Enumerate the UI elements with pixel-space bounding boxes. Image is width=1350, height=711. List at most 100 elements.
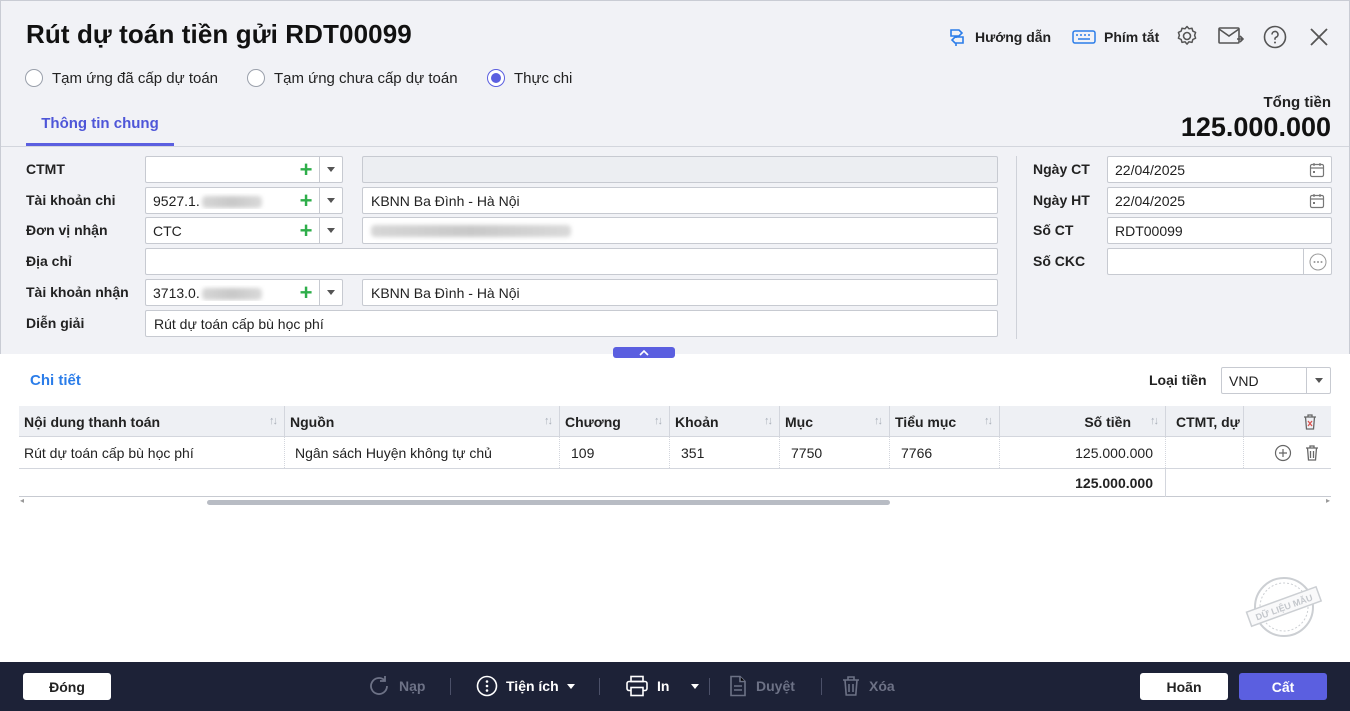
doc-date-input[interactable]: 22/04/2025 (1107, 156, 1332, 183)
sort-icon[interactable]: ↑↓ (1150, 415, 1159, 427)
scroll-thumb[interactable] (207, 500, 890, 505)
sort-icon[interactable]: ↑↓ (544, 415, 553, 427)
col-header-section[interactable]: Khoản ↑↓ (670, 406, 780, 437)
scroll-right-icon[interactable]: ▸ (1326, 496, 1330, 505)
col-header-item[interactable]: Mục ↑↓ (780, 406, 890, 437)
sort-icon[interactable]: ↑↓ (984, 415, 993, 427)
payment-account-value: 9527.1. (146, 193, 293, 209)
cell-item[interactable]: 7750 (780, 437, 890, 468)
more-button[interactable] (1303, 249, 1331, 274)
shortcut-button[interactable]: Phím tắt (1072, 26, 1159, 48)
horizontal-scrollbar[interactable]: ◂ ▸ (19, 496, 1331, 507)
table-footer: 125.000.000 (19, 469, 1331, 497)
cell-amount[interactable]: 125.000.000 (1000, 437, 1166, 468)
save-button[interactable]: Cất (1239, 673, 1327, 700)
calendar-icon[interactable] (1309, 162, 1325, 178)
footer-total: 125.000.000 (1000, 469, 1166, 497)
recipient-value: CTC (153, 222, 182, 239)
chevron-down-icon[interactable] (1306, 368, 1330, 393)
col-header-source[interactable]: Nguồn ↑↓ (285, 406, 560, 437)
currency-value: VND (1229, 372, 1259, 389)
table-row[interactable]: Rút dự toán cấp bù học phí Ngân sách Huy… (19, 437, 1331, 469)
footer-toolbar: Đóng Nạp Tiện ích In Duyệt Xóa Hoãn Cất (0, 662, 1350, 711)
add-icon[interactable]: + (293, 280, 319, 305)
sort-icon[interactable]: ↑↓ (874, 415, 883, 427)
utilities-label: Tiện ích (506, 678, 559, 694)
add-icon[interactable]: + (293, 157, 319, 182)
radio-label: Tạm ứng đã cấp dự toán (52, 69, 219, 87)
help-icon[interactable] (1262, 24, 1288, 50)
currency-select[interactable]: VND (1221, 367, 1331, 394)
recipient-combo[interactable]: CTC + (145, 217, 343, 244)
utilities-button[interactable]: Tiện ích (476, 674, 575, 698)
receiving-account-desc: KBNN Ba Đình - Hà Nội (362, 279, 998, 306)
caret-down-icon[interactable] (691, 683, 700, 689)
document-icon (730, 675, 746, 697)
cancel-button[interactable]: Hoãn (1140, 673, 1228, 700)
col-header-chapter[interactable]: Chương ↑↓ (560, 406, 670, 437)
col-header-amount[interactable]: Số tiền ↑↓ (1000, 406, 1166, 437)
dropdown-icon[interactable] (319, 218, 342, 243)
address-input[interactable] (145, 248, 998, 275)
ckc-number-input[interactable] (1107, 248, 1332, 275)
radio-actual-spend[interactable]: Thực chi (487, 69, 572, 87)
radio-circle (487, 69, 505, 87)
address-label: Địa chỉ (26, 253, 72, 269)
guide-label: Hướng dẫn (975, 29, 1052, 45)
sort-icon[interactable]: ↑↓ (654, 415, 663, 427)
trash-icon[interactable] (1304, 444, 1320, 462)
dropdown-icon[interactable] (319, 188, 342, 213)
print-button[interactable]: In (625, 674, 700, 698)
table-header: Nội dung thanh toán ↑↓ Nguồn ↑↓ Chương ↑↓ K… (19, 406, 1331, 437)
close-button[interactable]: Đóng (23, 673, 111, 700)
approve-button[interactable]: Duyệt (728, 674, 795, 698)
doc-date-label: Ngày CT (1033, 161, 1090, 177)
receiving-account-combo[interactable]: 3713.0. + (145, 279, 343, 306)
reload-button[interactable]: Nạp (367, 674, 425, 698)
delete-button[interactable]: Xóa (841, 674, 895, 698)
radio-advance-allocated[interactable]: Tạm ứng đã cấp dự toán (25, 69, 247, 87)
currency-label: Loại tiền (1149, 372, 1207, 388)
col-header-subitem[interactable]: Tiểu mục ↑↓ (890, 406, 1000, 437)
doc-date-value: 22/04/2025 (1115, 161, 1186, 178)
cell-source[interactable]: Ngân sách Huyện không tự chủ (285, 437, 560, 468)
payment-account-combo[interactable]: 9527.1. + (145, 187, 343, 214)
add-icon[interactable]: + (293, 218, 319, 243)
ctmt-desc-field (362, 156, 998, 183)
description-input[interactable]: Rút dự toán cấp bù học phí (145, 310, 998, 337)
ctmt-combo[interactable]: + (145, 156, 343, 183)
sort-icon[interactable]: ↑↓ (764, 415, 773, 427)
add-row-icon[interactable] (1274, 444, 1292, 462)
cell-content[interactable]: Rút dự toán cấp bù học phí (19, 437, 285, 468)
form-divider (1016, 156, 1017, 339)
dropdown-icon[interactable] (319, 157, 342, 182)
scroll-left-icon[interactable]: ◂ (20, 496, 24, 505)
mail-icon[interactable] (1218, 23, 1244, 49)
settings-icon[interactable] (1174, 23, 1200, 49)
col-header-content[interactable]: Nội dung thanh toán ↑↓ (19, 406, 285, 437)
collapse-toggle[interactable] (613, 347, 675, 358)
doc-number-input[interactable]: RDT00099 (1107, 217, 1332, 244)
dropdown-icon[interactable] (319, 280, 342, 305)
col-header-ctmt[interactable]: CTMT, dự (1166, 406, 1244, 437)
cell-ctmt[interactable] (1166, 437, 1244, 468)
cell-section[interactable]: 351 (670, 437, 780, 468)
calendar-icon[interactable] (1309, 193, 1325, 209)
delete-all-icon[interactable] (1302, 413, 1318, 431)
close-icon[interactable] (1306, 24, 1332, 50)
post-date-label: Ngày HT (1033, 192, 1090, 208)
detail-section-title[interactable]: Chi tiết (30, 372, 81, 389)
receiving-account-label: Tài khoản nhận (26, 284, 129, 300)
post-date-input[interactable]: 22/04/2025 (1107, 187, 1332, 214)
tab-general-info[interactable]: Thông tin chung (26, 104, 174, 146)
cell-chapter[interactable]: 109 (560, 437, 670, 468)
caret-down-icon (566, 683, 575, 689)
add-icon[interactable]: + (293, 188, 319, 213)
radio-advance-unallocated[interactable]: Tạm ứng chưa cấp dự toán (247, 69, 487, 87)
receiving-account-value: 3713.0. (146, 285, 293, 301)
recipient-name-field[interactable] (362, 217, 998, 244)
sort-icon[interactable]: ↑↓ (269, 415, 278, 427)
guide-button[interactable]: Hướng dẫn (947, 26, 1051, 48)
cell-subitem[interactable]: 7766 (890, 437, 1000, 468)
total-value: 125.000.000 (1180, 112, 1331, 142)
